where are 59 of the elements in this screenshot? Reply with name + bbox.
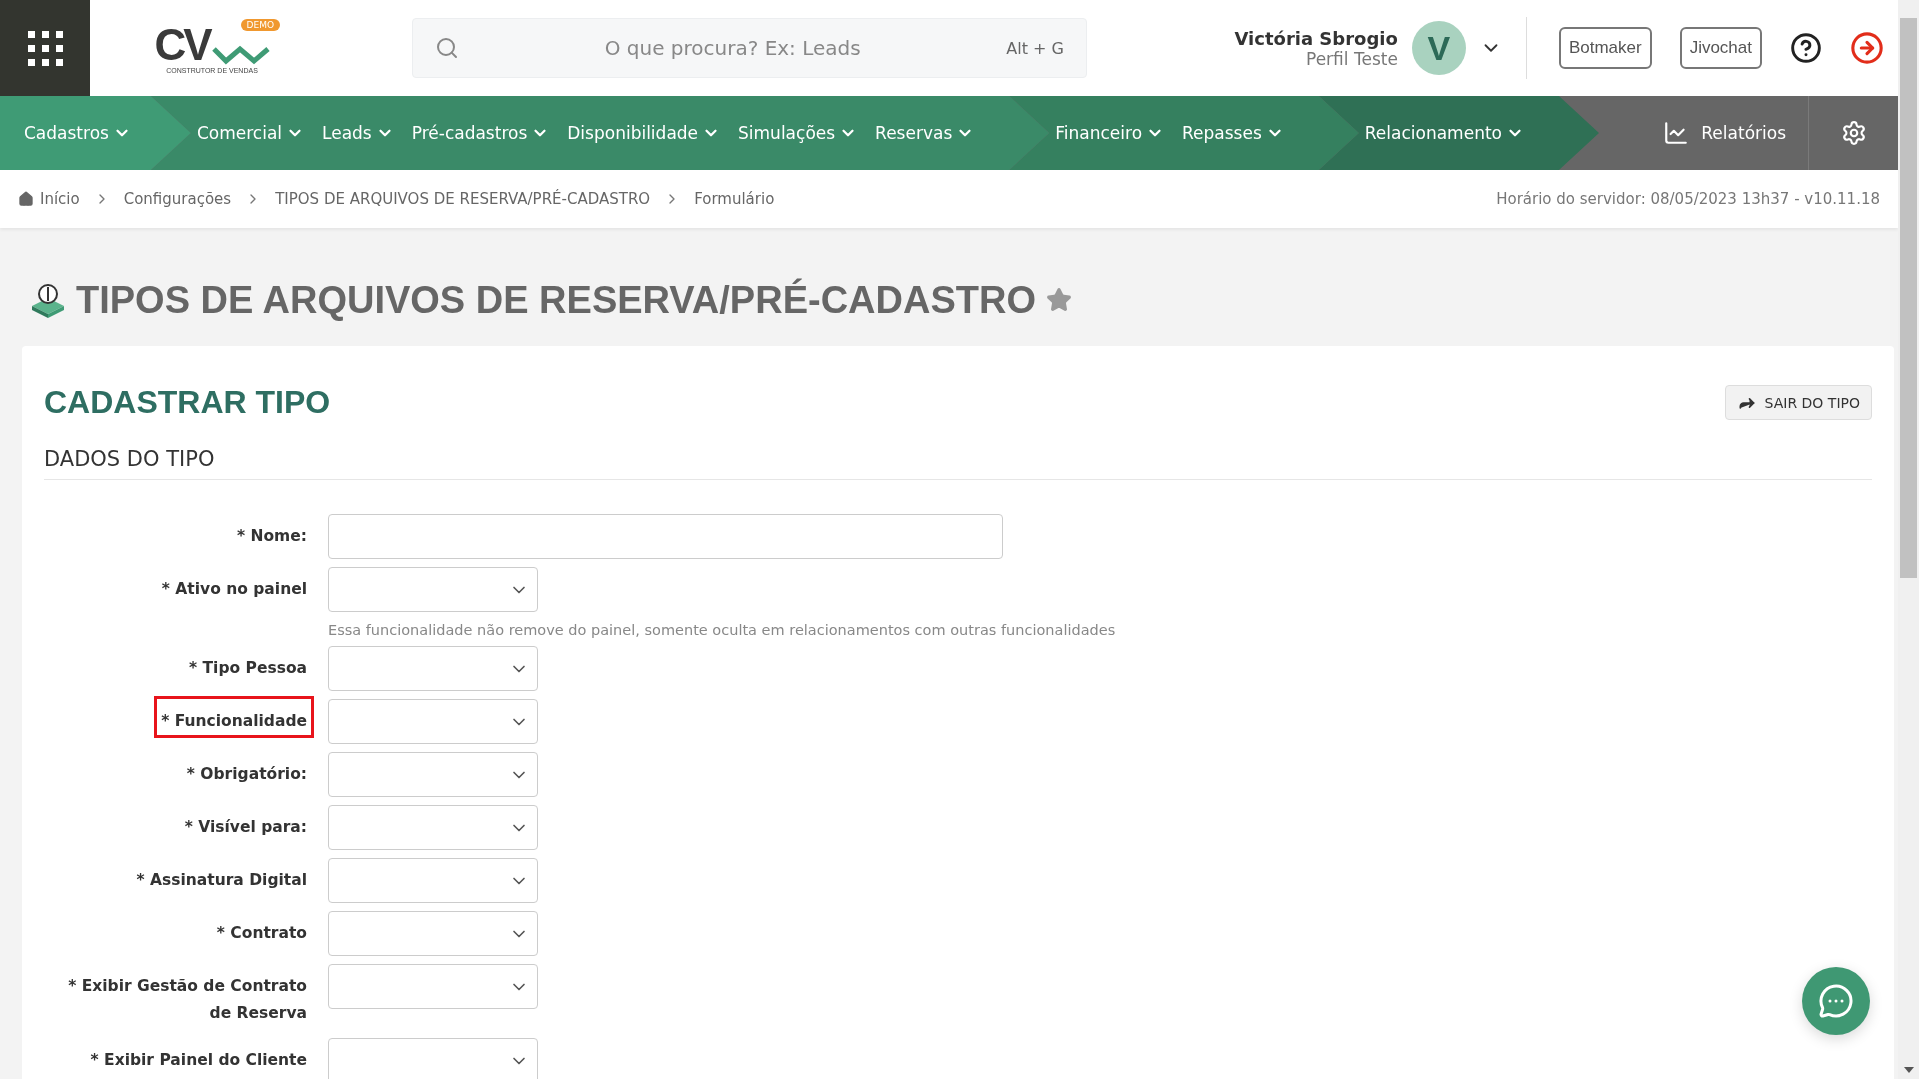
field-label: * Contrato <box>215 923 308 944</box>
input-field[interactable] <box>328 514 1003 559</box>
user-avatar[interactable]: V <box>1411 21 1466 75</box>
breadcrumb-link[interactable]: TIPOS DE ARQUIVOS DE RESERVA/PRÉ-CADASTRO <box>275 190 651 208</box>
home-icon <box>18 191 34 207</box>
select-field[interactable] <box>328 805 538 850</box>
nav-menu-item[interactable]: Pré-cadastros <box>411 123 550 143</box>
user-name: Victória Sbrogio <box>1234 27 1398 49</box>
section-title: DADOS DO TIPO <box>44 447 1872 480</box>
field-label: * Exibir Gestão de Contrato de Reserva <box>67 976 308 1024</box>
nav-menu-item[interactable]: Simulações <box>738 123 858 143</box>
field-label: * Visível para: <box>183 817 308 838</box>
field-label: * Nome: <box>236 526 308 547</box>
search-icon <box>435 36 459 60</box>
nav-menu-item[interactable]: Relacionamento <box>1364 123 1524 143</box>
exit-button[interactable]: SAIR DO TIPO <box>1724 385 1872 420</box>
breadcrumb-link[interactable]: Início <box>18 190 80 208</box>
select-field[interactable] <box>328 911 538 956</box>
select-field[interactable] <box>328 858 538 903</box>
user-profile: Perfil Teste <box>1306 48 1398 69</box>
nav-menu-item[interactable]: Comercial <box>196 123 305 143</box>
breadcrumb-link[interactable]: Formulário <box>694 190 775 208</box>
search-field[interactable]: O que procura? Ex: Leads Alt + G <box>412 18 1087 78</box>
nav-menu-item[interactable]: Leads <box>322 123 394 143</box>
field-label: * Assinatura Digital <box>135 870 308 891</box>
help-button[interactable] <box>1790 32 1822 64</box>
field-label: * Exibir Painel do Cliente <box>89 1050 308 1071</box>
field-label: * Funcionalidade <box>154 696 314 738</box>
chat-bubble-icon <box>1818 983 1854 1019</box>
server-time: Horário do servidor: 08/05/2023 13h37 - v10.11.18 <box>1496 190 1880 208</box>
reports-link[interactable]: Relatórios <box>1641 120 1808 146</box>
nav-menu-item[interactable]: Repasses <box>1182 123 1284 143</box>
select-field[interactable] <box>328 567 538 612</box>
select-field[interactable] <box>328 1038 538 1079</box>
shortcut-hint: Alt + G <box>1006 38 1064 58</box>
integration-button[interactable]: Jivochat <box>1679 27 1762 69</box>
search-input[interactable]: O que procura? Ex: Leads <box>475 35 991 61</box>
nav-menu-item[interactable]: Disponibilidade <box>567 123 721 143</box>
select-field[interactable] <box>328 964 538 1009</box>
select-field[interactable] <box>328 752 538 797</box>
help-text: Essa funcionalidade não remove do painel, somente oculta em relacionamentos com outras funcionalidades <box>328 622 1117 638</box>
logout-button[interactable] <box>1850 31 1884 65</box>
integration-button[interactable]: Botmaker <box>1558 27 1652 69</box>
money-box-icon <box>30 282 66 318</box>
select-field[interactable] <box>328 646 538 691</box>
select-field[interactable] <box>328 699 538 744</box>
line-chart-icon <box>1663 120 1690 146</box>
field-label: * Ativo no painel <box>160 579 308 600</box>
favorite-star-icon[interactable] <box>1046 287 1072 313</box>
nav-menu-item[interactable]: Cadastros <box>24 123 131 143</box>
page-title: TIPOS DE ARQUIVOS DE RESERVA/PRÉ-CADASTRO <box>76 278 1036 322</box>
breadcrumb-link[interactable]: Configurações <box>123 190 232 208</box>
settings-icon <box>1840 120 1867 146</box>
nav-menu-item[interactable]: Financeiro <box>1055 123 1165 143</box>
apps-menu-button[interactable] <box>0 0 90 96</box>
field-label: * Obrigatório: <box>185 764 308 785</box>
nav-menu-item[interactable]: Reservas <box>875 123 975 143</box>
card-title: CADASTRAR TIPO <box>44 384 331 421</box>
field-label: * Tipo Pessoa <box>188 658 308 679</box>
